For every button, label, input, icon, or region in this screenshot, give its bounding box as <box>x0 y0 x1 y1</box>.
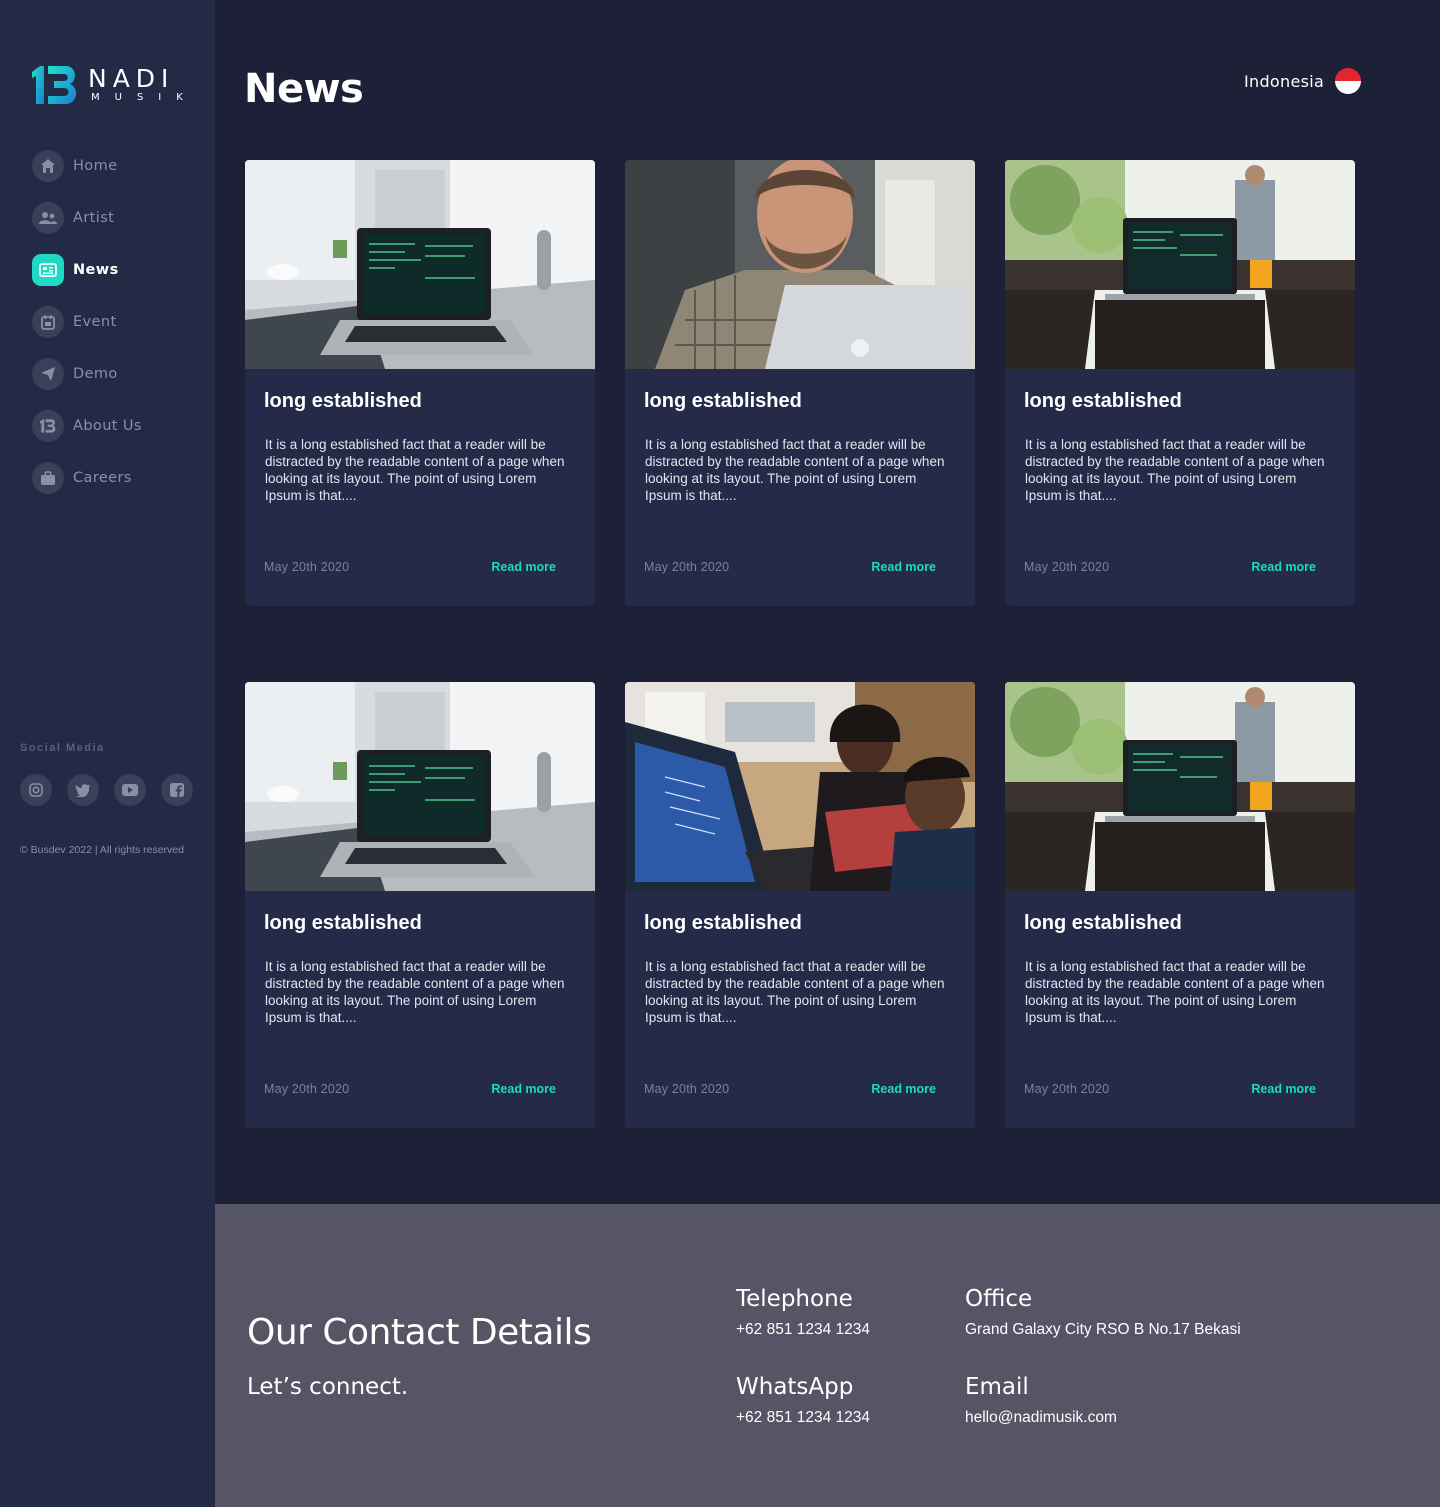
sidebar-item-label: Careers <box>73 470 132 486</box>
news-card[interactable]: long established It is a long establishe… <box>1005 160 1355 606</box>
email-label: Email <box>965 1374 1029 1400</box>
news-date: May 20th 2020 <box>264 1082 350 1096</box>
briefcase-icon <box>32 462 64 494</box>
sidebar-item-about-us[interactable]: About Us <box>32 410 142 442</box>
office-label: Office <box>965 1286 1033 1312</box>
news-image <box>245 160 595 369</box>
brand-logo-icon <box>32 66 77 104</box>
news-date: May 20th 2020 <box>644 560 730 574</box>
brand-name: NADI <box>88 64 175 93</box>
indonesia-flag-icon <box>1335 68 1362 94</box>
news-card[interactable]: long established It is a long establishe… <box>245 682 595 1128</box>
news-excerpt: It is a long established fact that a rea… <box>265 959 565 1025</box>
newspaper-icon <box>32 254 64 286</box>
sidebar-item-label: Event <box>73 314 117 330</box>
brand-logo[interactable]: NADI MUSIK <box>30 62 198 108</box>
copyright: © Busdev 2022 | All rights reserved <box>20 844 184 856</box>
brand-sub: MUSIK <box>91 92 198 103</box>
news-excerpt: It is a long established fact that a rea… <box>1025 437 1325 503</box>
office-block: Office Grand Galaxy City RSO B No.17 Bek… <box>965 1286 1241 1339</box>
news-title: long established <box>264 390 422 412</box>
page-title: News <box>244 66 364 112</box>
email-block: Email hello@nadimusik.com <box>965 1374 1117 1427</box>
read-more-link[interactable]: Read more <box>871 560 936 574</box>
sidebar-item-label: News <box>73 262 119 278</box>
home-icon <box>32 150 64 182</box>
read-more-link[interactable]: Read more <box>491 560 556 574</box>
telephone-label: Telephone <box>736 1286 853 1312</box>
telephone-block: Telephone +62 851 1234 1234 <box>736 1286 870 1339</box>
read-more-link[interactable]: Read more <box>1251 1082 1316 1096</box>
news-excerpt: It is a long established fact that a rea… <box>645 959 945 1025</box>
sidebar-item-event[interactable]: Event <box>32 306 142 338</box>
news-date: May 20th 2020 <box>644 1082 730 1096</box>
news-card[interactable]: long established It is a long establishe… <box>245 160 595 606</box>
contact-footer: Our Contact Details Let’s connect. Telep… <box>215 1204 1440 1507</box>
news-title: long established <box>264 912 422 934</box>
sidebar-item-artist[interactable]: Artist <box>32 202 142 234</box>
news-date: May 20th 2020 <box>1024 560 1110 574</box>
calendar-icon <box>32 306 64 338</box>
sidebar-item-label: Demo <box>73 366 118 382</box>
social-title: Social Media <box>20 742 105 754</box>
news-image <box>625 682 975 891</box>
whatsapp-label: WhatsApp <box>736 1374 854 1400</box>
whatsapp-block: WhatsApp +62 851 1234 1234 <box>736 1374 870 1427</box>
news-image <box>625 160 975 369</box>
sidebar-item-label: Artist <box>73 210 115 226</box>
news-image <box>1005 160 1355 369</box>
sidebar-item-news[interactable]: News <box>32 254 142 286</box>
read-more-link[interactable]: Read more <box>871 1082 936 1096</box>
news-title: long established <box>644 912 802 934</box>
news-card[interactable]: long established It is a long establishe… <box>625 160 975 606</box>
sidebar: NADI MUSIK Home Artist News Event Demo A… <box>0 0 215 1507</box>
footer-subtitle: Let’s connect. <box>247 1374 409 1400</box>
news-image <box>1005 682 1355 891</box>
news-card[interactable]: long established It is a long establishe… <box>1005 682 1355 1128</box>
sidebar-item-home[interactable]: Home <box>32 150 142 182</box>
footer-title: Our Contact Details <box>247 1312 592 1353</box>
sidebar-item-careers[interactable]: Careers <box>32 462 142 494</box>
read-more-link[interactable]: Read more <box>491 1082 556 1096</box>
language-selector[interactable]: Indonesia <box>1244 68 1362 94</box>
sidebar-nav: Home Artist News Event Demo About Us Car… <box>32 150 142 514</box>
read-more-link[interactable]: Read more <box>1251 560 1316 574</box>
youtube-icon[interactable] <box>114 774 146 806</box>
news-card[interactable]: long established It is a long establishe… <box>625 682 975 1128</box>
office-value: Grand Galaxy City RSO B No.17 Bekasi <box>965 1321 1241 1338</box>
brand-icon <box>32 410 64 442</box>
twitter-icon[interactable] <box>67 774 99 806</box>
sidebar-item-demo[interactable]: Demo <box>32 358 142 390</box>
news-excerpt: It is a long established fact that a rea… <box>645 437 945 503</box>
news-excerpt: It is a long established fact that a rea… <box>1025 959 1325 1025</box>
whatsapp-value[interactable]: +62 851 1234 1234 <box>736 1409 870 1427</box>
facebook-icon[interactable] <box>161 774 193 806</box>
email-value[interactable]: hello@nadimusik.com <box>965 1409 1117 1427</box>
sidebar-item-label: About Us <box>73 418 142 434</box>
news-title: long established <box>644 390 802 412</box>
news-excerpt: It is a long established fact that a rea… <box>265 437 565 503</box>
instagram-icon[interactable] <box>20 774 52 806</box>
news-image <box>245 682 595 891</box>
social-links <box>20 774 193 806</box>
news-title: long established <box>1024 390 1182 412</box>
news-date: May 20th 2020 <box>1024 1082 1110 1096</box>
telephone-value[interactable]: +62 851 1234 1234 <box>736 1321 870 1339</box>
users-icon <box>32 202 64 234</box>
news-title: long established <box>1024 912 1182 934</box>
sidebar-item-label: Home <box>73 158 118 174</box>
language-label: Indonesia <box>1244 71 1325 91</box>
send-icon <box>32 358 64 390</box>
news-date: May 20th 2020 <box>264 560 350 574</box>
